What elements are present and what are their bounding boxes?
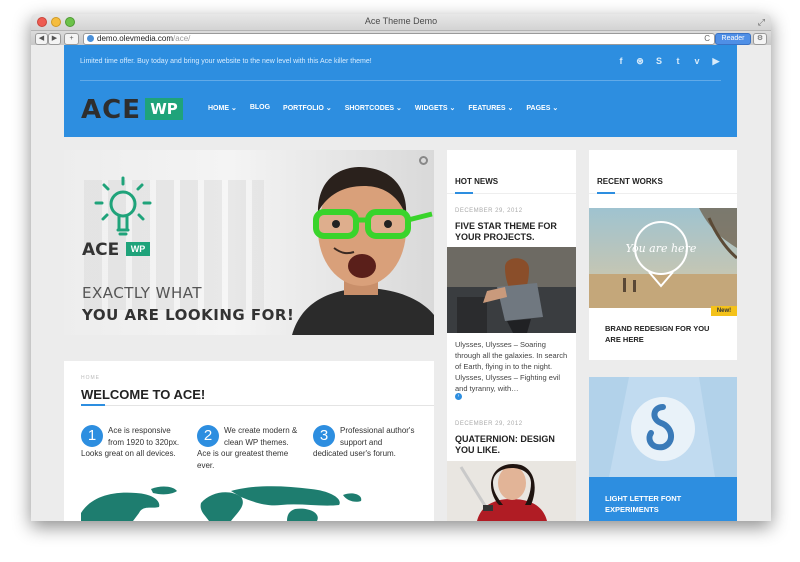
news-headline[interactable]: QUATERNION: DESIGN YOU LIKE.	[455, 434, 573, 456]
reader-button[interactable]: Reader	[715, 33, 751, 45]
fullscreen-icon[interactable]: ⤢	[758, 17, 765, 28]
skype-icon[interactable]: S	[654, 56, 664, 67]
url-host: demo.olevmedia.com	[97, 34, 174, 43]
work-art-text: You are here	[626, 242, 697, 255]
address-bar[interactable]: demo.olevmedia.com/ace/ C	[83, 33, 715, 45]
site-logo-badge[interactable]: WP	[145, 98, 183, 120]
nav-item-home[interactable]: HOME ⌄	[208, 104, 237, 112]
hero-person-image	[292, 166, 434, 335]
hot-news-widget: HOT NEWS DECEMBER 29, 2012 FIVE STAR THE…	[447, 150, 576, 521]
browser-toolbar: ◀ ▶ + demo.olevmedia.com/ace/ C Reader ⚙	[31, 31, 771, 46]
news-image[interactable]	[447, 461, 576, 521]
hot-news-title: HOT NEWS	[455, 177, 499, 186]
feature-number-badge: 3	[313, 425, 335, 447]
news-date: DECEMBER 29, 2012	[455, 421, 523, 427]
site-logo[interactable]: ACE	[81, 95, 141, 125]
url-path: /ace/	[173, 34, 191, 43]
news-date: DECEMBER 29, 2012	[455, 208, 523, 214]
read-more-icon[interactable]: ›	[455, 393, 462, 400]
welcome-accent	[81, 404, 105, 406]
add-bookmark-button[interactable]: +	[64, 33, 79, 45]
recent-works-widget: RECENT WORKS You are here New! BRAND RED…	[589, 150, 737, 360]
youtube-icon[interactable]: ▶	[711, 56, 721, 67]
work-image-art: You are here	[589, 208, 737, 308]
welcome-section: HOME WELCOME TO ACE! 1 Ace is responsive…	[64, 361, 434, 521]
hero-logo-badge: WP	[126, 242, 150, 256]
recent-work-card[interactable]: LIGHT LETTER FONT EXPERIMENTS	[589, 377, 737, 521]
hero-tagline-1: EXACTLY WHAT	[82, 284, 203, 302]
nav-item-blog[interactable]: BLOG	[250, 104, 270, 112]
main-nav: HOME ⌄ BLOG PORTFOLIO ⌄ SHORTCODES ⌄ WID…	[208, 104, 558, 112]
new-badge: New!	[711, 306, 737, 316]
nav-item-shortcodes[interactable]: SHORTCODES ⌄	[345, 104, 402, 112]
work-image	[589, 377, 737, 477]
window-title: Ace Theme Demo	[364, 16, 438, 26]
news-excerpt: Ulysses, Ulysses – Soaring through all t…	[455, 340, 568, 393]
dribbble-icon[interactable]: ⊛	[635, 56, 645, 67]
forward-button[interactable]: ▶	[48, 33, 61, 45]
nav-item-portfolio[interactable]: PORTFOLIO ⌄	[283, 104, 332, 112]
hero-slider[interactable]: ACE WP EXACTLY WHAT YOU ARE LOOKING FOR!	[64, 150, 434, 335]
nav-item-pages[interactable]: PAGES ⌄	[526, 104, 558, 112]
work-title[interactable]: LIGHT LETTER FONT EXPERIMENTS	[605, 493, 725, 515]
lightbulb-icon	[94, 176, 152, 236]
feature-number-badge: 1	[81, 425, 103, 447]
browser-window: Ace Theme Demo ⤢ ◀ ▶ + demo.olevmedia.co…	[31, 14, 771, 521]
welcome-title: WELCOME TO ACE!	[81, 387, 206, 402]
feature-item: 3 Professional author's support and dedi…	[313, 425, 419, 460]
hero-logo-text: ACE	[82, 240, 120, 260]
header-divider	[80, 80, 721, 81]
vimeo-icon[interactable]: v	[692, 56, 702, 67]
world-map-image	[81, 486, 362, 521]
hot-news-accent	[455, 192, 473, 194]
news-image[interactable]	[447, 247, 576, 333]
feature-number-badge: 2	[197, 425, 219, 447]
globe-icon	[87, 35, 94, 42]
nav-item-features[interactable]: FEATURES ⌄	[468, 104, 513, 112]
reload-icon[interactable]: C	[704, 34, 710, 44]
feature-item: 1 Ace is responsive from 1920 to 320px. …	[81, 425, 187, 460]
welcome-kicker: HOME	[81, 375, 100, 381]
news-headline[interactable]: FIVE STAR THEME FOR YOUR PROJECTS.	[455, 221, 573, 243]
settings-gear-icon[interactable]: ⚙	[753, 33, 767, 45]
work-image[interactable]: You are here	[589, 208, 737, 308]
back-button[interactable]: ◀	[35, 33, 48, 45]
promo-text: Limited time offer. Buy today and bring …	[80, 58, 372, 65]
nav-item-widgets[interactable]: WIDGETS ⌄	[415, 104, 455, 112]
title-bar: Ace Theme Demo ⤢	[31, 14, 771, 31]
site-header: Limited time offer. Buy today and bring …	[64, 45, 737, 137]
social-links: f ⊛ S t v ▶	[616, 56, 721, 67]
welcome-divider	[81, 405, 434, 406]
recent-works-title: RECENT WORKS	[597, 177, 663, 186]
work-title[interactable]: BRAND REDESIGN FOR YOU ARE HERE	[605, 324, 725, 345]
slider-loading-icon	[419, 156, 428, 165]
hero-tagline-2: YOU ARE LOOKING FOR!	[82, 306, 295, 324]
feature-item: 2 We create modern & clean WP themes. Ac…	[197, 425, 303, 471]
twitter-icon[interactable]: t	[673, 56, 683, 67]
recent-works-accent	[597, 192, 615, 194]
facebook-icon[interactable]: f	[616, 56, 626, 67]
page-viewport: Limited time offer. Buy today and bring …	[31, 45, 771, 521]
